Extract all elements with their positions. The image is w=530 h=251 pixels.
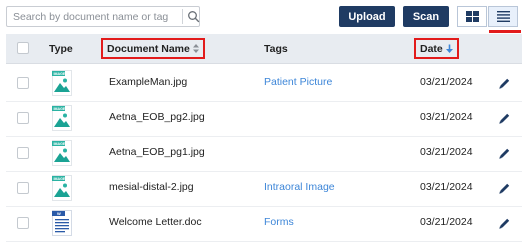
- document-date: 03/21/2024: [420, 181, 473, 193]
- sort-icon: [192, 44, 199, 53]
- image-file-icon: IMAGE: [52, 105, 72, 131]
- word-document-icon: W: [52, 210, 72, 236]
- edit-pencil-icon[interactable]: [498, 147, 511, 160]
- document-name[interactable]: mesial-distal-2.jpg: [109, 181, 194, 193]
- edit-pencil-icon[interactable]: [498, 217, 511, 230]
- grid-view-icon: [465, 11, 479, 22]
- document-name[interactable]: ExampleMan.jpg: [109, 76, 187, 88]
- upload-button[interactable]: Upload: [339, 6, 395, 27]
- search-divider: [182, 9, 183, 24]
- svg-text:IMAGE: IMAGE: [54, 107, 66, 111]
- document-name[interactable]: Aetna_EOB_pg2.jpg: [109, 111, 205, 123]
- svg-text:IMAGE: IMAGE: [54, 142, 66, 146]
- row-checkbox[interactable]: [17, 182, 29, 194]
- document-date: 03/21/2024: [420, 216, 473, 228]
- column-header-tags: Tags: [264, 42, 288, 55]
- column-header-date-label: Date: [420, 42, 443, 55]
- document-date: 03/21/2024: [420, 111, 473, 123]
- table-header: Type Document Name Tags Date: [6, 34, 522, 64]
- list-view-button[interactable]: [488, 6, 518, 27]
- document-name[interactable]: Aetna_EOB_pg1.jpg: [109, 146, 205, 158]
- document-tag[interactable]: Forms: [264, 216, 294, 228]
- document-name[interactable]: Welcome Letter.doc: [109, 216, 202, 228]
- row-checkbox[interactable]: [17, 147, 29, 159]
- svg-text:IMAGE: IMAGE: [54, 177, 66, 181]
- list-view-icon: [496, 11, 510, 22]
- table-row[interactable]: W Welcome Letter.doc Forms 03/21/2024: [6, 206, 522, 242]
- column-header-date[interactable]: Date: [414, 38, 459, 59]
- search-icon[interactable]: [187, 10, 200, 23]
- toolbar: Upload Scan: [0, 0, 530, 36]
- table-row[interactable]: IMAGE Aetna_EOB_pg1.jpg 03/21/2024: [6, 136, 522, 172]
- edit-pencil-icon[interactable]: [498, 112, 511, 125]
- scan-button[interactable]: Scan: [403, 6, 449, 27]
- search-input[interactable]: [13, 9, 173, 24]
- active-view-underline: [489, 30, 521, 33]
- svg-text:IMAGE: IMAGE: [54, 72, 66, 76]
- grid-view-button[interactable]: [457, 6, 487, 27]
- select-all-checkbox[interactable]: [17, 42, 29, 54]
- svg-text:W: W: [57, 211, 61, 216]
- document-tag[interactable]: Intraoral Image: [264, 181, 335, 193]
- sort-descending-icon: [445, 44, 453, 53]
- column-header-document-name[interactable]: Document Name: [101, 38, 205, 59]
- image-file-icon: IMAGE: [52, 70, 72, 96]
- table-row[interactable]: IMAGE ExampleMan.jpg Patient Picture 03/21/…: [6, 66, 522, 102]
- document-tag[interactable]: Patient Picture: [264, 76, 332, 88]
- search-box[interactable]: [6, 6, 200, 27]
- document-date: 03/21/2024: [420, 146, 473, 158]
- column-header-type: Type: [49, 42, 73, 55]
- document-date: 03/21/2024: [420, 76, 473, 88]
- table-row[interactable]: IMAGE Aetna_EOB_pg2.jpg 03/21/2024: [6, 101, 522, 137]
- image-file-icon: IMAGE: [52, 140, 72, 166]
- row-checkbox[interactable]: [17, 77, 29, 89]
- row-checkbox[interactable]: [17, 112, 29, 124]
- image-file-icon: IMAGE: [52, 175, 72, 201]
- edit-pencil-icon[interactable]: [498, 182, 511, 195]
- edit-pencil-icon[interactable]: [498, 77, 511, 90]
- row-checkbox[interactable]: [17, 217, 29, 229]
- table-row[interactable]: IMAGE mesial-distal-2.jpg Intraoral Image 0…: [6, 171, 522, 207]
- column-header-document-name-label: Document Name: [107, 42, 190, 55]
